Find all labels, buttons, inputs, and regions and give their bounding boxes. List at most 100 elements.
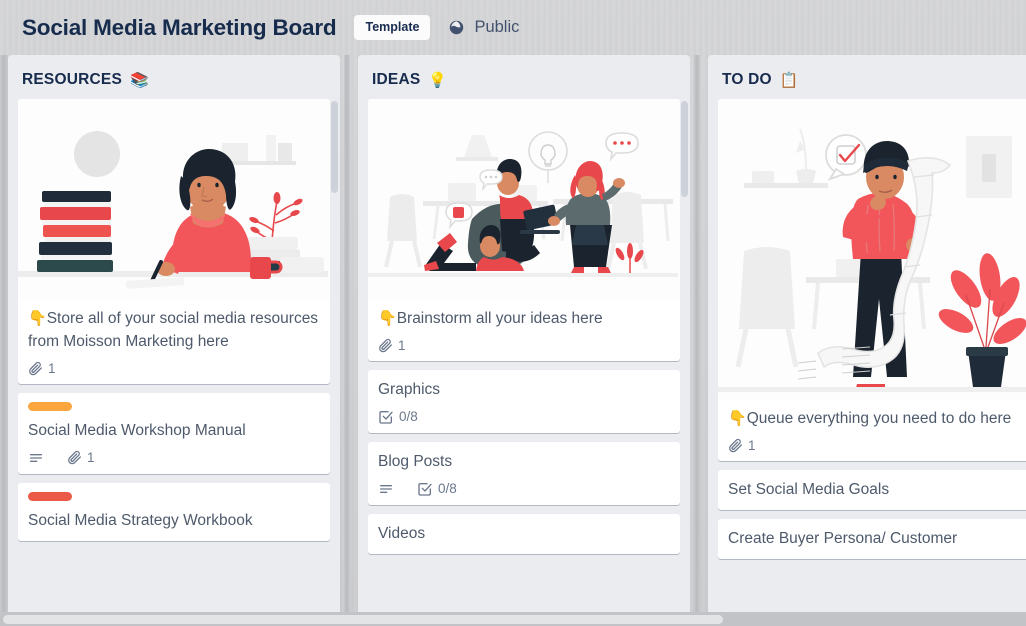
card-labels [18, 483, 330, 501]
attachment-badge: 1 [728, 438, 756, 453]
board-horizontal-scrollbar[interactable] [0, 612, 1026, 626]
checklist-count: 0/8 [438, 481, 457, 497]
woman-writing-at-desk-illustration [18, 99, 330, 299]
label-chip-red[interactable] [28, 491, 72, 501]
paperclip-icon [378, 338, 393, 353]
card-body: 👇Store all of your social media resource… [18, 299, 330, 384]
card-badges: 1 [28, 450, 320, 466]
list-ideas: IDEAS 💡 👇Brainstorm all your ideas here … [358, 55, 690, 612]
card-title: Blog Posts [378, 452, 453, 470]
card[interactable]: Create Buyer Persona/ Customer [718, 518, 1026, 559]
list-header-ideas[interactable]: IDEAS 💡 [358, 55, 690, 99]
card-badges: 0/8 [378, 481, 670, 497]
checklist-badge: 0/8 [417, 481, 457, 497]
card-body: Social Media Workshop Manual 1 [18, 411, 330, 474]
label-chip-orange[interactable] [28, 401, 72, 411]
card-body: Blog Posts 0/8 [368, 442, 680, 505]
list-cards-todo: 👇Queue everything you need to do here 1 [708, 99, 1026, 612]
card[interactable]: 👇Store all of your social media resource… [18, 99, 330, 384]
card-badges: 0/8 [378, 409, 670, 425]
card-body: Videos [368, 514, 680, 554]
card[interactable]: 👇Brainstorm all your ideas here 1 [368, 99, 680, 361]
list-scrollbar-ideas[interactable] [680, 101, 689, 606]
card[interactable]: Videos [368, 513, 680, 554]
board-header: Social Media Marketing Board Template Pu… [0, 0, 1026, 55]
list-header-resources[interactable]: RESOURCES 📚 [8, 55, 340, 99]
card-title-text: Queue everything you need to do here [746, 410, 1012, 427]
card-title: Graphics [378, 380, 441, 398]
card-title: 👇Brainstorm all your ideas here [378, 308, 670, 331]
list-scrollbar-thumb[interactable] [681, 101, 688, 197]
card[interactable]: Set Social Media Goals [718, 469, 1026, 510]
paperclip-icon [728, 438, 743, 453]
card[interactable]: 👇Queue everything you need to do here 1 [718, 99, 1026, 461]
page-title: Social Media Marketing Board [22, 14, 337, 40]
visibility-label: Public [474, 18, 520, 36]
list-header-todo[interactable]: TO DO 📋 [708, 55, 1026, 99]
card-badges: 1 [28, 361, 320, 376]
checklist-icon [417, 481, 433, 497]
card-title-text: Brainstorm all your ideas here [396, 310, 603, 327]
card[interactable]: Blog Posts 0/8 [368, 441, 680, 505]
list-title: TO DO [722, 71, 772, 88]
list-scrollbar-resources[interactable] [330, 101, 339, 606]
description-badge [28, 450, 44, 466]
lightbulb-emoji: 💡 [428, 71, 448, 89]
card-title: 👇Store all of your social media resource… [28, 308, 320, 354]
card[interactable]: Graphics 0/8 [368, 369, 680, 433]
card[interactable]: Social Media Workshop Manual 1 [18, 392, 330, 474]
list-cards-ideas: 👇Brainstorm all your ideas here 1 Graphi… [358, 99, 690, 612]
pointing-down-emoji: 👇 [28, 310, 47, 327]
attachment-badge: 1 [28, 361, 56, 376]
list-slot-todo: TO DO 📋 👇Queue everything you need to do… [700, 55, 1026, 612]
template-badge[interactable]: Template [354, 14, 431, 41]
attachment-badge: 1 [378, 338, 406, 353]
attachment-count: 1 [48, 360, 56, 376]
card-body: Graphics 0/8 [368, 370, 680, 433]
attachment-badge: 1 [67, 450, 95, 465]
attachment-count: 1 [398, 337, 406, 353]
list-title: IDEAS [372, 71, 421, 88]
list-todo: TO DO 📋 👇Queue everything you need to do… [708, 55, 1026, 612]
card[interactable]: Social Media Strategy Workbook [18, 482, 330, 541]
checklist-count: 0/8 [399, 409, 418, 425]
card-title: Videos [378, 524, 426, 542]
list-scrollbar-thumb[interactable] [331, 101, 338, 193]
card-title: Create Buyer Persona/ Customer [728, 529, 958, 547]
list-gutter-2 [694, 55, 700, 612]
globe-icon [448, 19, 465, 36]
attachment-count: 1 [87, 450, 95, 466]
list-title: RESOURCES [22, 71, 122, 88]
paperclip-icon [67, 450, 82, 465]
checklist-icon [378, 409, 394, 425]
description-icon [378, 481, 394, 497]
books-emoji: 📚 [129, 71, 149, 89]
description-icon [28, 450, 44, 466]
card-body: Set Social Media Goals [718, 470, 1026, 510]
card-title-text: Store all of your social media resources… [28, 310, 319, 350]
list-cards-resources: 👇Store all of your social media resource… [8, 99, 340, 612]
list-slot-resources: RESOURCES 📚 👇Store all of your social me… [0, 55, 350, 612]
board-visibility[interactable]: Public [448, 18, 519, 37]
pointing-down-emoji: 👇 [728, 410, 747, 427]
checklist-badge: 0/8 [378, 409, 418, 425]
card-body: 👇Brainstorm all your ideas here 1 [368, 299, 680, 361]
attachment-count: 1 [748, 437, 756, 453]
list-slot-ideas: IDEAS 💡 👇Brainstorm all your ideas here … [350, 55, 700, 612]
card-body: Social Media Strategy Workbook [18, 501, 330, 541]
list-resources: RESOURCES 📚 👇Store all of your social me… [8, 55, 340, 612]
list-gutter-1 [344, 55, 350, 612]
team-brainstorming-illustration [368, 99, 680, 299]
description-badge [378, 481, 394, 497]
clipboard-emoji: 📋 [779, 71, 799, 89]
card-body: Create Buyer Persona/ Customer [718, 519, 1026, 559]
card-title: Set Social Media Goals [728, 480, 890, 498]
man-with-long-checklist-illustration [718, 99, 1026, 399]
card-labels [18, 393, 330, 411]
paperclip-icon [28, 361, 43, 376]
pointing-down-emoji: 👇 [378, 310, 397, 327]
card-badges: 1 [728, 438, 1020, 453]
board-lists-container: RESOURCES 📚 👇Store all of your social me… [0, 55, 1026, 612]
card-title: 👇Queue everything you need to do here [728, 408, 1020, 431]
board-horizontal-scrollbar-thumb[interactable] [3, 615, 723, 624]
